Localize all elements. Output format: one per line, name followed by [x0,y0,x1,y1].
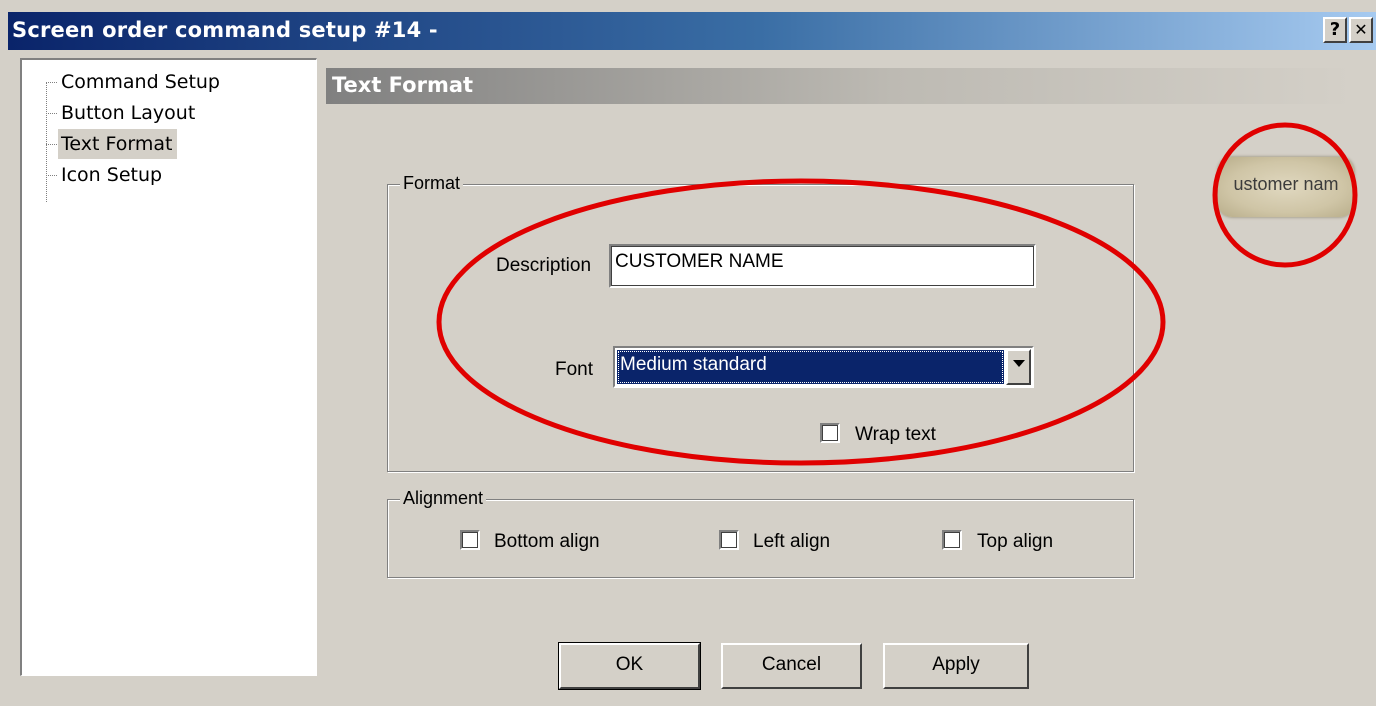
settings-tree[interactable]: Command Setup Button Layout Text Format … [20,58,317,676]
cancel-button[interactable]: Cancel [721,643,862,689]
alignment-group-legend: Alignment [400,488,487,509]
tree-connector-line [46,144,57,145]
tree-connector-line [46,82,57,83]
section-title: Text Format [332,73,474,97]
font-select-value: Medium standard [617,350,1004,384]
button-preview-text: ustomer nam [1233,174,1339,194]
format-group: Format [387,173,1134,472]
left-align-label[interactable]: Left align [753,531,830,553]
tree-item-text-format[interactable]: Text Format [58,129,178,159]
tree-item-command-setup[interactable]: Command Setup [58,67,225,97]
tree-connector-line [46,175,57,176]
top-align-label[interactable]: Top align [977,531,1053,553]
button-preview: ustomer nam [1218,157,1354,217]
wrap-text-checkbox[interactable] [820,423,840,443]
tree-connector-line [46,82,47,202]
description-input[interactable]: CUSTOMER NAME [609,244,1036,288]
left-align-checkbox[interactable] [719,530,739,550]
tree-item-icon-setup[interactable]: Icon Setup [58,160,167,190]
close-button[interactable]: ✕ [1349,17,1373,43]
font-select[interactable]: Medium standard [613,346,1034,388]
title-bar[interactable]: Screen order command setup #14 - ? ✕ [8,12,1376,50]
bottom-align-checkbox[interactable] [460,530,480,550]
apply-button[interactable]: Apply [883,643,1029,689]
tree-item-button-layout[interactable]: Button Layout [58,98,200,128]
description-label: Description [496,255,592,276]
dialog-window: Screen order command setup #14 - ? ✕ Com… [0,0,1376,706]
chevron-down-icon[interactable] [1006,349,1031,385]
help-button[interactable]: ? [1323,17,1347,43]
top-align-checkbox[interactable] [942,530,962,550]
section-header: Text Format [326,68,1356,104]
ok-button[interactable]: OK [558,642,701,690]
font-label: Font [555,359,594,380]
wrap-text-label[interactable]: Wrap text [855,424,936,446]
bottom-align-label[interactable]: Bottom align [494,531,600,553]
window-title: Screen order command setup #14 - [12,18,438,42]
format-group-legend: Format [400,173,464,194]
tree-connector-line [46,113,57,114]
